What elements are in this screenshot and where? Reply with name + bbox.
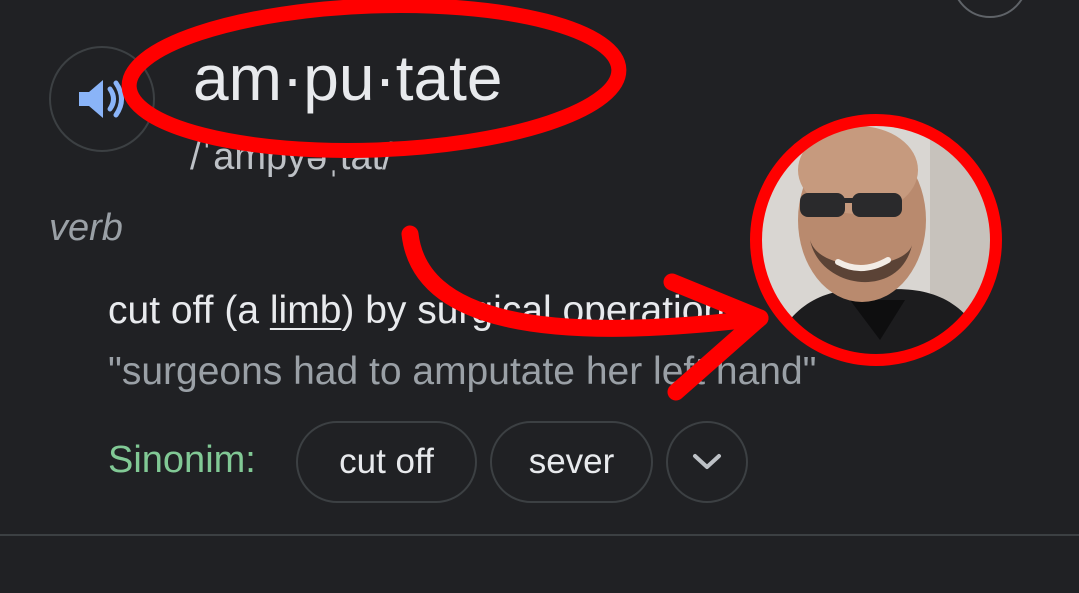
section-divider (0, 534, 1079, 536)
definition-prefix: cut off (a (108, 289, 270, 332)
red-circle-around-photo (750, 114, 1002, 366)
partial-circle-button[interactable] (952, 0, 1028, 18)
definition-suffix: ) by surgical operation. (341, 289, 736, 332)
expand-synonyms-button[interactable] (666, 421, 748, 503)
dictionary-card: am·pu·tate /ˈampyəˌtāt/ verb cut off (a … (0, 0, 1079, 593)
synonym-chip-cut-off[interactable]: cut off (296, 421, 477, 503)
example-sentence: "surgeons had to amputate her left hand" (108, 350, 817, 393)
speaker-icon (79, 80, 124, 118)
synonyms-label: Sinonim: (108, 439, 256, 481)
phonetic-spelling: /ˈampyəˌtāt/ (190, 136, 393, 178)
headword: am·pu·tate (193, 42, 503, 114)
portrait-photo (750, 114, 1002, 366)
definition-text: cut off (a limb) by surgical operation. (108, 287, 736, 335)
synonym-chip-sever[interactable]: sever (490, 421, 653, 503)
part-of-speech: verb (49, 207, 123, 249)
chevron-down-icon (693, 454, 721, 469)
pronounce-button[interactable] (49, 46, 155, 152)
definition-link-limb[interactable]: limb (270, 289, 342, 332)
